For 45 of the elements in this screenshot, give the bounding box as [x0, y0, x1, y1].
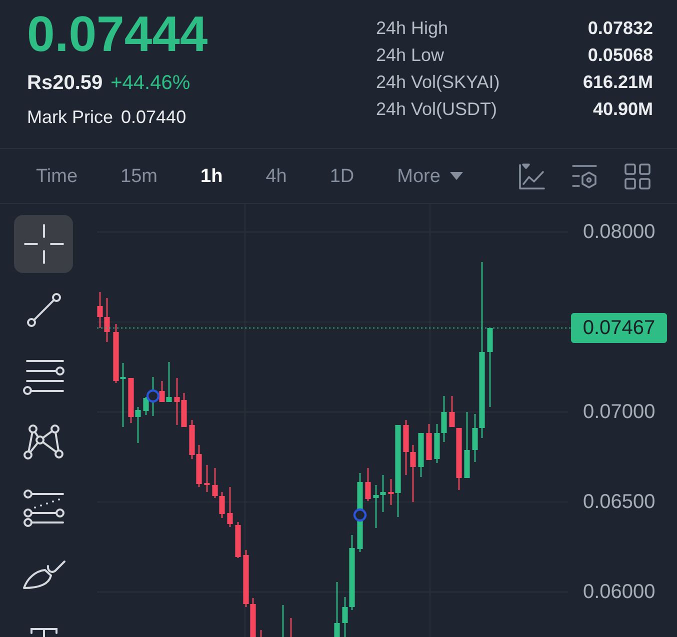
caret-down-icon: [450, 172, 464, 180]
candle: [235, 522, 241, 558]
candle: [464, 412, 470, 478]
interval-tab[interactable]: Time: [36, 166, 78, 186]
interval-tab[interactable]: 4h: [266, 166, 287, 186]
last-price-tag: 0.07467: [571, 312, 667, 343]
price-axis-label: 0.06000: [583, 580, 656, 604]
stat-label: 24h Vol(USDT): [376, 98, 498, 121]
stat-value: 0.07832: [588, 17, 653, 40]
stat-label: 24h Low: [376, 44, 444, 67]
candle: [426, 424, 432, 460]
circle-marker-icon: [146, 389, 160, 403]
price-axis-label: 0.07000: [583, 400, 656, 424]
candle: [227, 487, 233, 527]
dotted-levels-icon: [22, 489, 64, 527]
stat-label: 24h High: [376, 17, 448, 40]
interval-tab[interactable]: 1D: [330, 166, 354, 186]
last-price: 0.07444: [27, 9, 208, 59]
stat-value: 40.90M: [592, 98, 653, 121]
stat-label: 24h Vol(SKYAI): [376, 71, 500, 94]
grid-icon[interactable]: [624, 162, 651, 190]
crosshair-icon: [24, 224, 64, 264]
line-chart-icon[interactable]: [518, 162, 545, 190]
trend-line-icon: [26, 293, 60, 327]
pattern-nodes-icon: [23, 424, 64, 460]
more-dropdown-button[interactable]: More: [397, 166, 464, 186]
candle: [334, 582, 340, 637]
mark-price-value: 0.07440: [121, 108, 186, 126]
stat-value: 616.21M: [582, 71, 653, 94]
price-axis-label: 0.08000: [583, 220, 656, 244]
candle: [204, 465, 210, 492]
candle: [365, 468, 371, 501]
candle: [418, 433, 424, 477]
local-currency-price: Rs20.59: [27, 73, 103, 93]
horizontal-lines-icon: [22, 357, 64, 395]
circle-marker-icon: [353, 508, 367, 522]
interval-tab[interactable]: 15m: [120, 166, 158, 186]
stat-value: 0.05068: [588, 44, 653, 67]
interval-tab[interactable]: 1h: [200, 166, 223, 186]
price-change: +44.46%: [110, 73, 190, 93]
mark-price-label: Mark Price: [27, 108, 114, 126]
brush-icon: [22, 558, 66, 590]
chart-settings-icon[interactable]: [571, 162, 598, 190]
crosshair-tool-button[interactable]: [14, 215, 73, 273]
price-axis-label: 0.06500: [583, 490, 656, 514]
